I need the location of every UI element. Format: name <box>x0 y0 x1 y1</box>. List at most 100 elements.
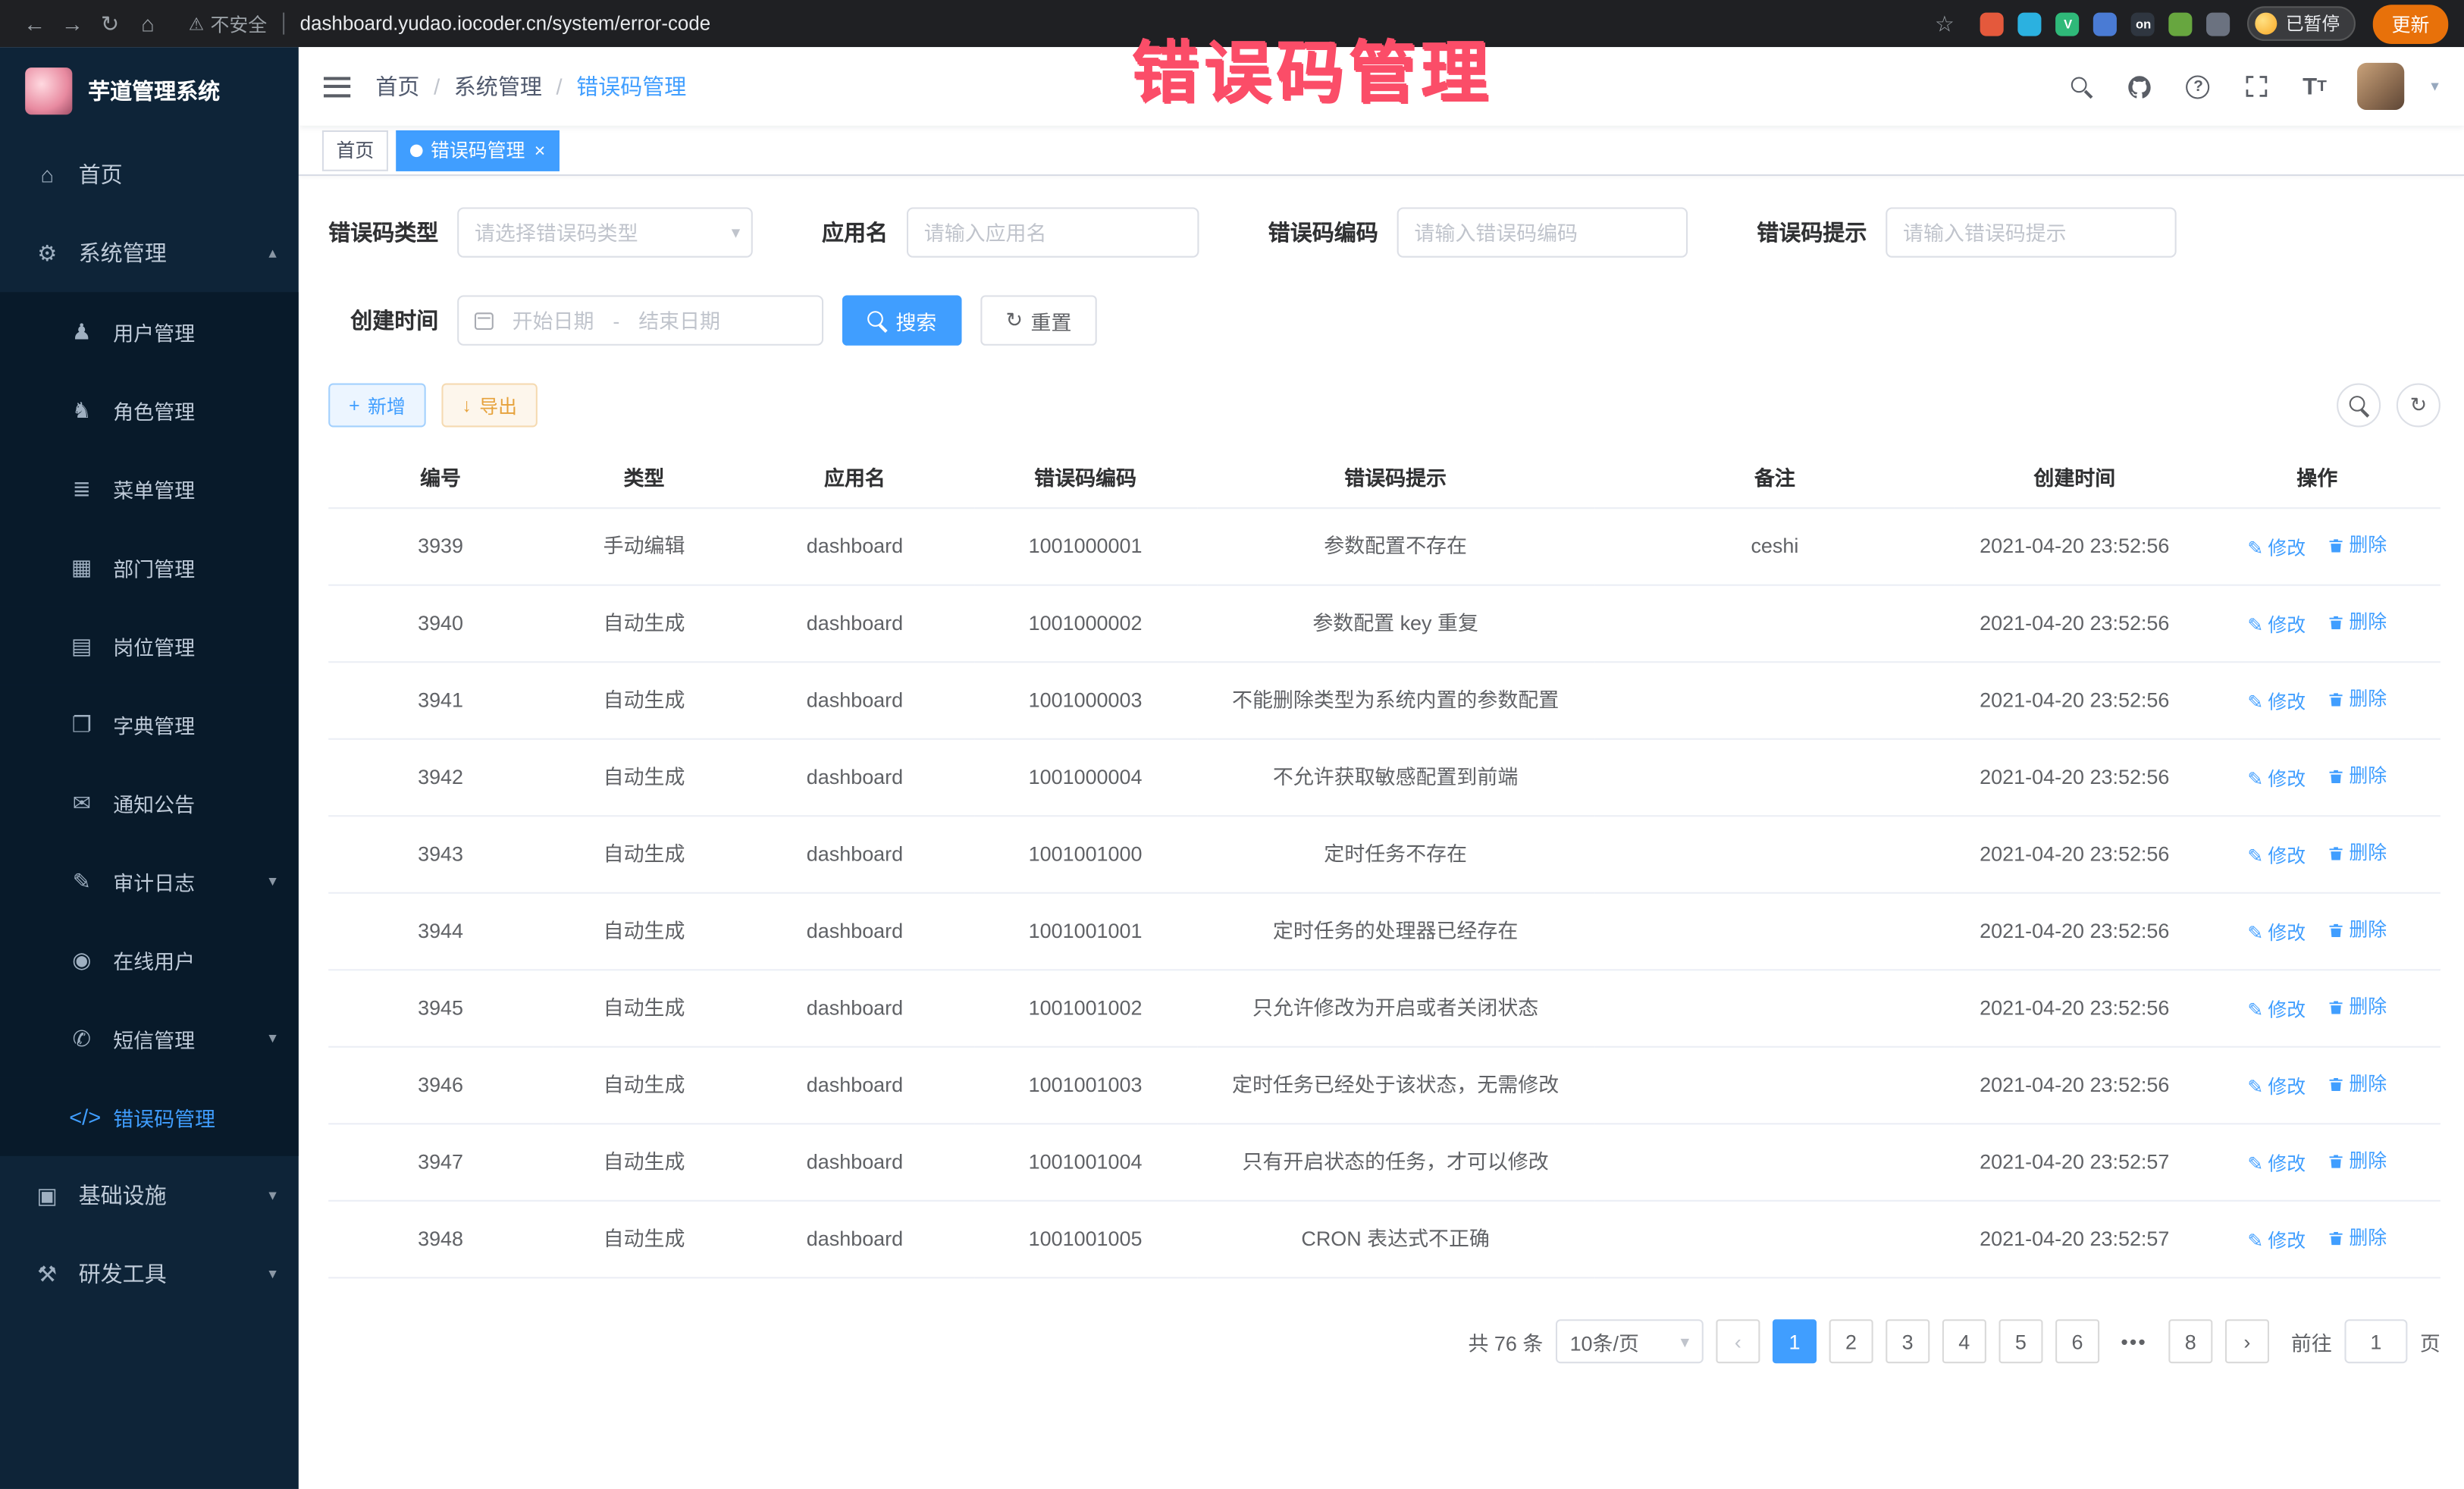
delete-link[interactable]: 删除 <box>2327 839 2387 867</box>
delete-link[interactable]: 删除 <box>2327 685 2387 713</box>
sidebar-item[interactable]: ⚒ 研发工具 ▾ <box>0 1234 299 1313</box>
search-button[interactable]: 搜索 <box>842 295 962 345</box>
cell-message: 参数配置 key 重复 <box>1196 585 1594 663</box>
toggle-search-button[interactable] <box>2337 383 2381 427</box>
sidebar-item[interactable]: ⌂ 首页 <box>0 135 299 214</box>
edit-link[interactable]: 修改 <box>2247 687 2306 715</box>
edit-link[interactable]: 修改 <box>2247 533 2306 561</box>
edit-link[interactable]: 修改 <box>2247 995 2306 1023</box>
delete-link[interactable]: 删除 <box>2327 762 2387 790</box>
edit-link[interactable]: 修改 <box>2247 1072 2306 1100</box>
breadcrumb-system[interactable]: 系统管理 <box>454 71 542 102</box>
page-button[interactable]: 4 <box>1942 1319 1986 1363</box>
app-logo[interactable]: 芋道管理系统 <box>0 47 299 135</box>
page-button[interactable]: 3 <box>1886 1319 1930 1363</box>
edit-link[interactable]: 修改 <box>2247 610 2306 638</box>
start-date-input[interactable] <box>504 309 602 332</box>
edit-link[interactable]: 修改 <box>2247 1149 2306 1177</box>
cell-app: dashboard <box>735 585 974 663</box>
tab-home[interactable]: 首页 <box>322 130 388 171</box>
fullscreen-icon[interactable] <box>2241 71 2272 102</box>
browser-home-icon[interactable] <box>129 11 167 36</box>
sidebar-item[interactable]: ▦ 部门管理 <box>0 528 299 607</box>
goto-page-input[interactable] <box>2344 1319 2407 1363</box>
sidebar-item-label: 部门管理 <box>113 552 195 581</box>
code-input[interactable] <box>1397 207 1688 257</box>
browser-reload-icon[interactable] <box>91 10 129 36</box>
page-button[interactable]: 8 <box>2168 1319 2212 1363</box>
delete-link[interactable]: 删除 <box>2327 916 2387 944</box>
delete-link[interactable]: 删除 <box>2327 992 2387 1020</box>
column-header: 备注 <box>1594 446 1955 508</box>
paused-pill[interactable]: 已暂停 <box>2248 6 2356 41</box>
date-range-picker[interactable]: - <box>457 295 823 345</box>
github-icon[interactable] <box>2124 71 2155 102</box>
page-button[interactable]: ••• <box>2112 1319 2156 1363</box>
cell-type: 自动生成 <box>553 970 735 1047</box>
breadcrumb-home[interactable]: 首页 <box>375 71 419 102</box>
sidebar-item[interactable]: ≣ 菜单管理 <box>0 450 299 528</box>
sidebar-item[interactable]: ✎ 审计日志 ▾ <box>0 842 299 920</box>
edit-link[interactable]: 修改 <box>2247 764 2306 792</box>
next-page-button[interactable] <box>2225 1319 2269 1363</box>
sidebar-item[interactable]: ✆ 短信管理 ▾ <box>0 999 299 1078</box>
adblock-extension-icon[interactable] <box>1981 12 2005 36</box>
cell-actions: 修改 删除 <box>2194 816 2440 893</box>
delete-link[interactable]: 删除 <box>2327 608 2387 636</box>
edit-link[interactable]: 修改 <box>2247 918 2306 946</box>
delete-link[interactable]: 删除 <box>2327 1070 2387 1098</box>
delete-link[interactable]: 删除 <box>2327 1224 2387 1252</box>
sidebar-item[interactable]: </> 错误码管理 <box>0 1077 299 1156</box>
sidebar-item[interactable]: ⚙ 系统管理 ▴ <box>0 214 299 293</box>
type-select[interactable] <box>457 207 753 257</box>
sidebar-item[interactable]: ▤ 岗位管理 <box>0 607 299 685</box>
edit-link[interactable]: 修改 <box>2247 1226 2306 1254</box>
delete-link[interactable]: 删除 <box>2327 531 2387 559</box>
export-button[interactable]: 导出 <box>441 383 537 427</box>
tampermonkey-extension-icon[interactable] <box>2169 12 2193 36</box>
onetab-extension-icon[interactable]: on <box>2132 12 2155 36</box>
page-button[interactable]: 6 <box>2055 1319 2099 1363</box>
user-avatar[interactable] <box>2357 63 2404 110</box>
end-date-input[interactable] <box>631 309 729 332</box>
hint-input[interactable] <box>1886 207 2176 257</box>
column-header: 操作 <box>2194 446 2440 508</box>
type-label: 错误码类型 <box>328 217 438 248</box>
sidebar-item[interactable]: ♟ 用户管理 <box>0 292 299 371</box>
reset-button[interactable]: 重置 <box>980 295 1096 345</box>
app-input[interactable] <box>907 207 1199 257</box>
puzzle-extension-icon[interactable] <box>2207 12 2230 36</box>
sidebar-item[interactable]: ♞ 角色管理 <box>0 371 299 450</box>
delete-link[interactable]: 删除 <box>2327 1146 2387 1174</box>
page-button[interactable]: 1 <box>1773 1319 1817 1363</box>
cell-id: 3940 <box>328 585 553 663</box>
help-icon[interactable]: ? <box>2183 71 2214 102</box>
page-button[interactable]: 2 <box>1829 1319 1873 1363</box>
cell-type: 自动生成 <box>553 816 735 893</box>
bookmark-star-icon[interactable] <box>1926 10 1964 36</box>
hamburger-icon[interactable] <box>324 76 350 96</box>
avatar-dropdown-icon[interactable] <box>2431 78 2438 96</box>
vue-devtools-extension-icon[interactable]: V <box>2056 12 2080 36</box>
tags-view-bar: 首页 错误码管理 <box>299 126 2464 176</box>
prev-page-button[interactable] <box>1716 1319 1760 1363</box>
tab-error-code[interactable]: 错误码管理 <box>396 130 560 171</box>
refresh-table-button[interactable] <box>2397 383 2440 427</box>
font-size-icon[interactable]: TT <box>2299 71 2330 102</box>
colorpicker-extension-icon[interactable] <box>2018 12 2042 36</box>
page-button[interactable]: 5 <box>1998 1319 2042 1363</box>
close-tab-icon[interactable] <box>534 139 546 161</box>
page-size-select[interactable]: 10条/页 <box>1556 1319 1704 1363</box>
edit-link[interactable]: 修改 <box>2247 841 2306 869</box>
browser-forward-icon[interactable] <box>53 11 91 36</box>
browser-update-button[interactable]: 更新 <box>2373 4 2449 43</box>
header-search-icon[interactable] <box>2067 71 2098 102</box>
sidebar-item[interactable]: ▣ 基础设施 ▾ <box>0 1156 299 1235</box>
sidebar-item[interactable]: ✉ 通知公告 <box>0 763 299 842</box>
browser-back-icon[interactable] <box>16 11 54 36</box>
address-bar[interactable]: 不安全 dashboard.yudao.iocoder.cn/system/er… <box>189 10 1911 36</box>
add-button[interactable]: 新增 <box>328 383 426 427</box>
apps-grid-extension-icon[interactable] <box>2094 12 2118 36</box>
sidebar-item[interactable]: ❐ 字典管理 <box>0 685 299 763</box>
sidebar-item[interactable]: ◉ 在线用户 <box>0 920 299 999</box>
